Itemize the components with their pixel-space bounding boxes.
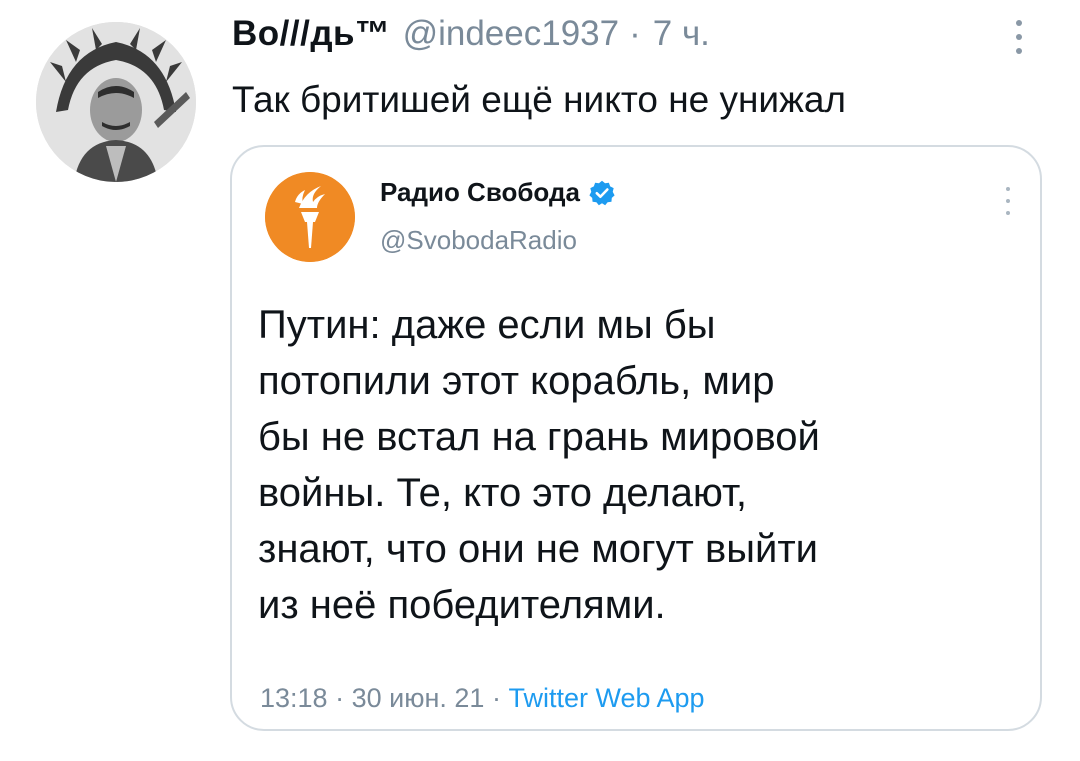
- separator-dot: ·: [629, 14, 641, 53]
- portrait-avatar-icon[interactable]: [36, 22, 196, 182]
- display-name[interactable]: Bo///дь™: [232, 14, 391, 54]
- separator-dot: ·: [335, 683, 345, 713]
- quoted-author-row: Радио Свобода: [380, 177, 616, 208]
- dot: [1006, 211, 1010, 215]
- vertical-dots-icon[interactable]: [1002, 187, 1014, 215]
- quoted-tweet-text: Путин: даже если мы бы потопили этот кор…: [258, 297, 1018, 633]
- vertical-dots-icon[interactable]: [1004, 18, 1034, 56]
- quoted-text-line: знают, что они не могут выйти: [258, 527, 818, 571]
- quoted-text-line: Путин: даже если мы бы: [258, 303, 716, 347]
- quoted-text-line: войны. Те, кто это делают,: [258, 471, 748, 515]
- quoted-text-line: из неё победителями.: [258, 583, 666, 627]
- source-app-link[interactable]: Twitter Web App: [508, 683, 704, 713]
- tweet-header: Bo///дь™ @indeec1937 · 7 ч.: [232, 14, 710, 58]
- tweet-text: Так бритишей ещё никто не унижал: [232, 79, 847, 120]
- dot: [1016, 34, 1022, 40]
- quoted-text-line: потопили этот корабль, мир: [258, 359, 775, 403]
- quoted-user-handle[interactable]: @SvobodaRadio: [380, 225, 577, 256]
- dot: [1016, 20, 1022, 26]
- torch-logo-icon[interactable]: [265, 172, 355, 262]
- tweet-timestamp[interactable]: 7 ч.: [653, 14, 710, 54]
- quoted-tweet-meta: 13:18 · 30 июн. 21 · Twitter Web App: [260, 683, 705, 714]
- quoted-time[interactable]: 13:18: [260, 683, 328, 713]
- quoted-text-line: бы не встал на грань мировой: [258, 415, 820, 459]
- quoted-display-name[interactable]: Радио Свобода: [380, 177, 580, 208]
- separator-dot: ·: [491, 683, 501, 713]
- dot: [1006, 199, 1010, 203]
- dot: [1006, 187, 1010, 191]
- dot: [1016, 48, 1022, 54]
- verified-badge-icon: [589, 180, 615, 205]
- quoted-tweet-card[interactable]: Радио Свобода @SvobodaRadio Путин: даже …: [230, 145, 1042, 731]
- user-handle[interactable]: @indeec1937: [403, 14, 620, 54]
- quoted-date[interactable]: 30 июн. 21: [352, 683, 485, 713]
